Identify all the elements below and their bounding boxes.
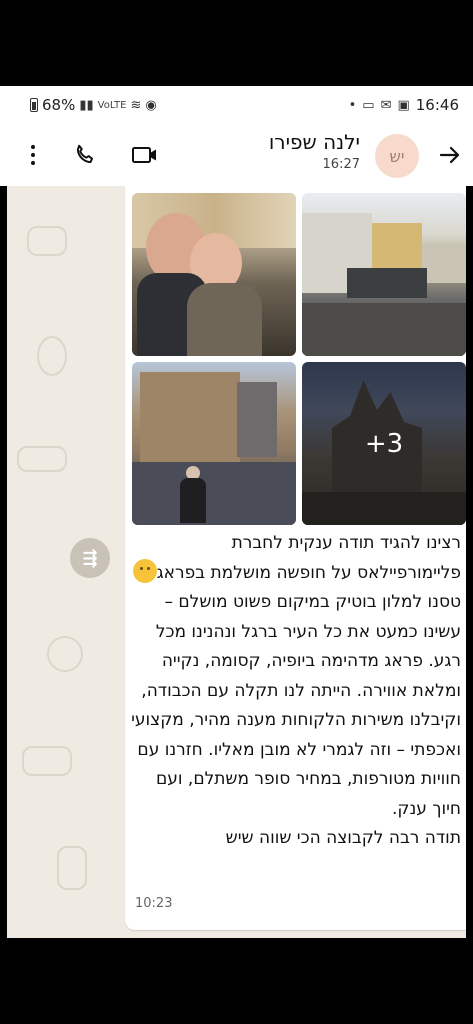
message-time: 10:23 [135, 896, 173, 911]
dot-icon: • [348, 97, 357, 113]
mail-icon: ✉ [380, 97, 392, 113]
contact-name: ילנה שפירו [268, 130, 360, 154]
wallpaper-doodle [27, 226, 67, 256]
wifi-icon: ≋ [130, 97, 142, 113]
top-black-bar [0, 0, 473, 86]
back-arrow-icon[interactable] [433, 138, 467, 172]
chat-area[interactable]: ⇶ +3 רצינו להגיד תודה ענקית לחברת פליימו… [7, 186, 466, 938]
contact-info[interactable]: ילנה שפירו 16:27 [269, 130, 360, 172]
phone-icon[interactable] [68, 138, 102, 172]
battery-icon [30, 98, 38, 112]
alarm-icon: ◉ [145, 97, 157, 113]
old-town-photo[interactable] [132, 362, 296, 525]
hugging-face-icon [132, 558, 157, 583]
last-seen: 16:27 [322, 157, 360, 172]
avatar[interactable]: יש [375, 134, 419, 178]
wallpaper-doodle [57, 846, 87, 890]
selfie-photo[interactable] [132, 193, 296, 356]
message-text: רצינו להגיד תודה ענקית לחברת פליימורפייל… [131, 529, 461, 854]
street-photo[interactable] [302, 193, 466, 356]
status-bar: 68% ▮▮ VoLTE ≋ ◉ • ▭ ✉ ▣ 16:46 [0, 86, 473, 126]
signal-icon: ▮▮ [79, 97, 94, 113]
battery-level: 68% [42, 96, 76, 114]
more-vertical-icon[interactable] [16, 138, 50, 172]
message-paragraph-2: טסנו למלון בוטיק במיקום פשוט מושלם – עשי… [131, 592, 461, 819]
video-icon[interactable] [128, 138, 162, 172]
chat-header: ילנה שפירו 16:27 יש [0, 126, 473, 186]
message-paragraph-3: תודה רבה לקבוצה הכי שווה שיש [225, 828, 461, 848]
wallpaper-doodle [22, 746, 72, 776]
status-right: • ▭ ✉ ▣ 16:46 [349, 96, 459, 114]
wallpaper-doodle [37, 336, 67, 376]
clock: 16:46 [415, 96, 459, 114]
status-left: 68% ▮▮ VoLTE ≋ ◉ [30, 96, 157, 114]
wallpaper-doodle [47, 636, 83, 672]
message-paragraph-1: רצינו להגיד תודה ענקית לחברת פליימורפייל… [156, 533, 461, 583]
wallpaper-doodle [17, 446, 67, 472]
image-icon: ▣ [397, 97, 410, 113]
bottom-black-bar [0, 938, 473, 1024]
message-bubble[interactable]: +3 רצינו להגיד תודה ענקית לחברת פליימורפ… [125, 186, 466, 930]
cathedral-photo[interactable]: +3 [302, 362, 466, 525]
photo-grid[interactable]: +3 [132, 193, 466, 525]
message-icon: ▭ [362, 97, 375, 113]
network-label: VoLTE [97, 99, 127, 111]
forward-icon[interactable]: ⇶ [70, 538, 110, 578]
more-photos-count[interactable]: +3 [302, 362, 466, 525]
